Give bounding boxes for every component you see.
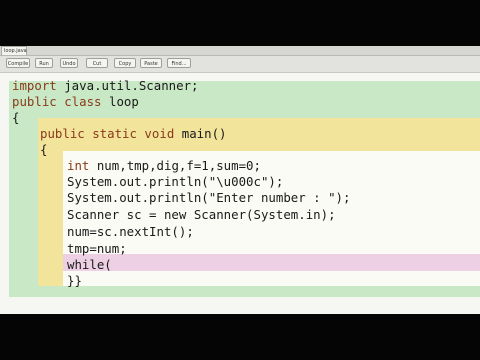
code-text: { — [40, 142, 48, 157]
tab-label: loop.java — [4, 48, 27, 54]
find-button[interactable]: Find... — [167, 58, 191, 68]
code-line[interactable]: { — [12, 110, 19, 126]
code-line[interactable]: int num,tmp,dig,f=1,sum=0; — [67, 158, 261, 174]
cut-button[interactable]: Cut — [86, 58, 108, 68]
code-line[interactable]: import java.util.Scanner; — [12, 78, 199, 94]
code-text: java.util.Scanner; — [56, 78, 199, 93]
code-text: Scanner sc = new Scanner(System.in); — [67, 207, 336, 222]
code-text: System.out.println("\u000c"); — [67, 174, 284, 189]
code-text: { — [12, 110, 20, 125]
code-text: }} — [67, 273, 82, 288]
tab-document[interactable]: loop.java — [1, 46, 27, 55]
code-text: main() — [174, 126, 227, 141]
code-text: num,tmp,dig,f=1,sum=0; — [89, 158, 261, 173]
undo-button[interactable]: Undo — [60, 58, 78, 68]
code-text: loop — [101, 94, 139, 109]
code-line[interactable]: public class loop — [12, 94, 139, 110]
bluej-editor-window: loop.java Compile Run Undo Cut Copy Past… — [0, 46, 480, 314]
code-text: num=sc.nextInt(); — [67, 224, 194, 239]
code-line[interactable]: { — [40, 142, 47, 158]
code-keyword: int — [67, 158, 90, 173]
code-line[interactable]: }} — [67, 273, 82, 289]
code-line[interactable]: while( — [67, 257, 112, 273]
code-keyword: import — [12, 78, 57, 93]
tab-strip: loop.java — [0, 46, 480, 56]
code-line[interactable]: tmp=num; — [67, 241, 127, 257]
code-line[interactable]: num=sc.nextInt(); — [67, 224, 194, 240]
code-line[interactable]: Scanner sc = new Scanner(System.in); — [67, 207, 336, 223]
run-button[interactable]: Run — [35, 58, 53, 68]
code-keyword: public static void — [40, 126, 175, 141]
code-line[interactable]: System.out.println("Enter number : "); — [67, 190, 350, 206]
paste-button[interactable]: Paste — [140, 58, 162, 68]
code-line[interactable]: public static void main() — [40, 126, 227, 142]
code-line[interactable]: System.out.println("\u000c"); — [67, 174, 283, 190]
code-text: while( — [67, 257, 112, 272]
code-text: tmp=num; — [67, 241, 127, 256]
code-text: System.out.println("Enter number : "); — [67, 190, 351, 205]
code-keyword: public class — [12, 94, 102, 109]
editor-toolbar: Compile Run Undo Cut Copy Paste Find... — [0, 56, 480, 73]
compile-button[interactable]: Compile — [6, 58, 30, 68]
copy-button[interactable]: Copy — [114, 58, 136, 68]
code-editor[interactable]: import java.util.Scanner; public class l… — [0, 73, 480, 314]
